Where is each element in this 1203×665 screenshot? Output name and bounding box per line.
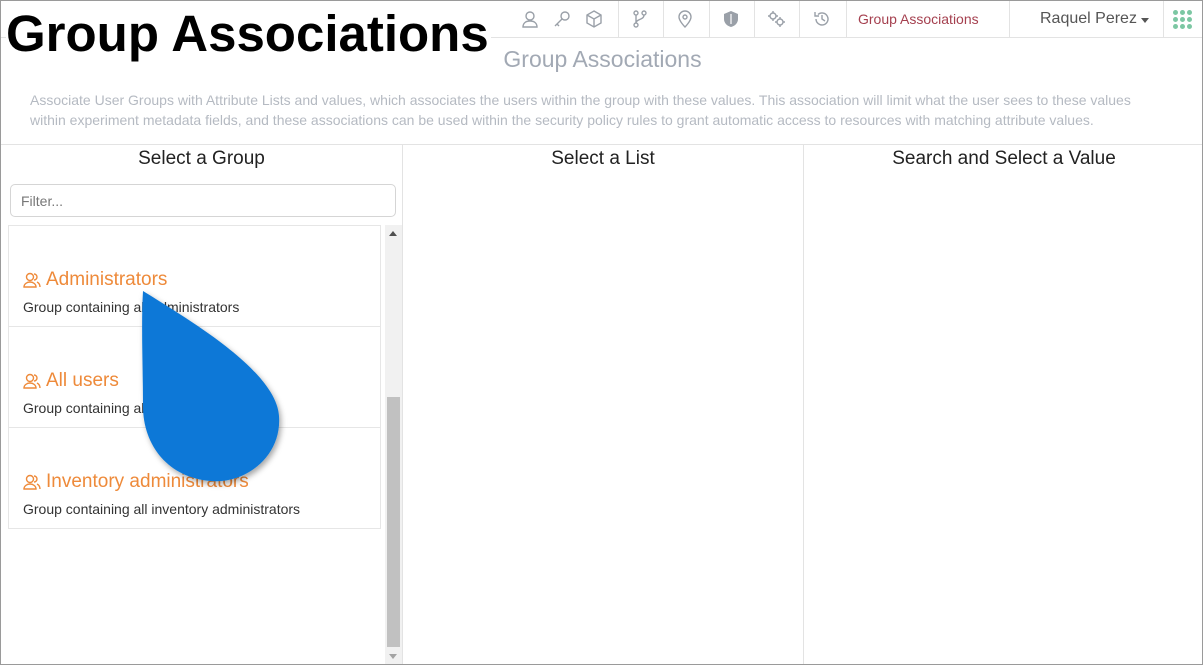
group-list-scrollbar[interactable]	[385, 225, 402, 664]
nav-separator	[754, 1, 755, 38]
nav-separator	[846, 1, 847, 38]
cube-icon[interactable]	[579, 5, 609, 33]
nav-separator	[663, 1, 664, 38]
scroll-thumb[interactable]	[387, 397, 400, 647]
list-column-title: Select a List	[551, 148, 655, 169]
user-menu[interactable]: Raquel Perez	[1040, 10, 1149, 28]
group-description: Group containing all inventory administr…	[23, 501, 301, 517]
users-icon	[23, 373, 41, 389]
key-icon[interactable]	[547, 5, 577, 33]
overlay-heading: Group Associations	[6, 4, 491, 64]
touch-cursor-icon	[142, 291, 280, 482]
nav-separator	[1009, 1, 1010, 38]
gears-icon[interactable]	[761, 5, 791, 33]
scroll-up-arrow-icon[interactable]	[389, 231, 397, 236]
branch-icon[interactable]	[625, 5, 655, 33]
value-column-title: Search and Select a Value	[892, 148, 1116, 169]
page-description: Associate User Groups with Attribute Lis…	[30, 92, 1131, 128]
shield-icon[interactable]	[716, 5, 746, 33]
group-column-title: Select a Group	[138, 148, 265, 169]
user-name: Raquel Perez	[1040, 10, 1137, 27]
value-column: Search and Select a Value	[803, 145, 1202, 664]
location-pin-icon[interactable]	[670, 5, 700, 33]
nav-separator	[709, 1, 710, 38]
group-name: All users	[46, 370, 119, 391]
history-icon[interactable]	[807, 5, 837, 33]
group-header: All users	[22, 370, 119, 392]
nav-active-item[interactable]: Group Associations	[858, 11, 979, 27]
nav-separator	[618, 1, 619, 38]
chevron-down-icon	[1140, 17, 1149, 23]
scroll-down-arrow-icon[interactable]	[389, 654, 397, 659]
users-icon	[23, 474, 41, 490]
list-column: Select a List	[402, 145, 803, 664]
user-icon[interactable]	[515, 5, 545, 33]
group-filter-input[interactable]	[10, 184, 396, 217]
nav-separator	[1163, 1, 1164, 38]
nav-separator	[799, 1, 800, 38]
app-window: Group Associations Raquel Perez Group As…	[0, 0, 1203, 665]
apps-grid-icon[interactable]	[1173, 10, 1192, 29]
users-icon	[23, 272, 41, 288]
